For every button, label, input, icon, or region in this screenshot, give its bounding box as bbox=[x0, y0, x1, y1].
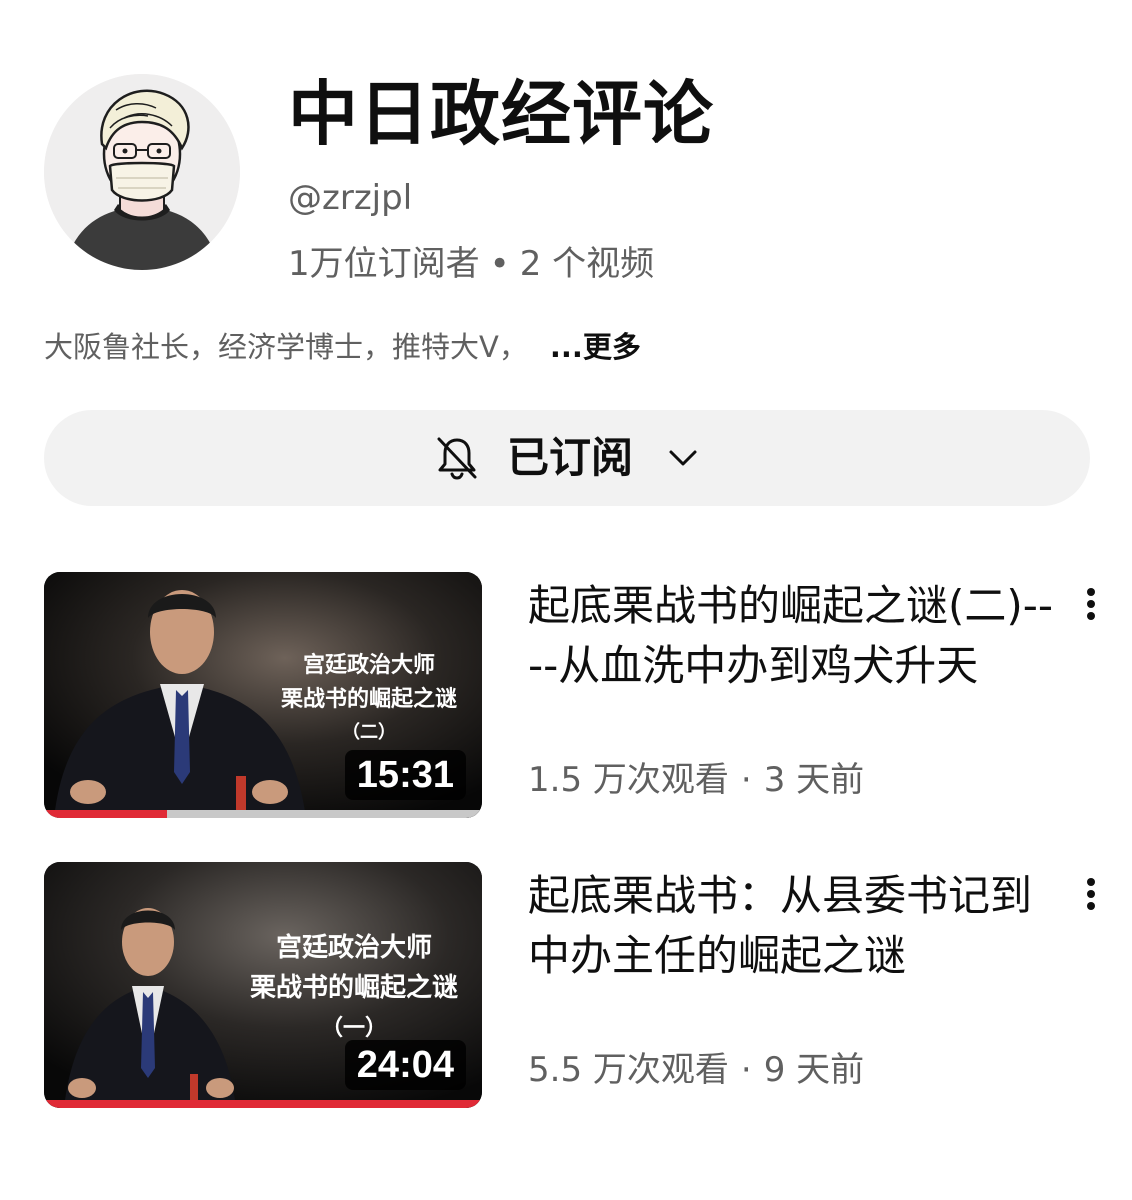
subscriber-count: 1万位订阅者 bbox=[288, 244, 480, 284]
video-item[interactable]: 宫廷政治大师 栗战书的崛起之谜 （一） 24:04 起底栗战书：从县委书记到中办… bbox=[44, 862, 1104, 1110]
video-item[interactable]: 宫廷政治大师 栗战书的崛起之谜 （二） 15:31 起底栗战书的崛起之谜(二)-… bbox=[44, 572, 1104, 820]
thumbnail-caption-line: 栗战书的崛起之谜 bbox=[280, 686, 457, 712]
view-count: 1.5 万次观看 bbox=[528, 760, 729, 800]
video-count: 2 个视频 bbox=[519, 244, 655, 284]
channel-page: 中日政经评论 @zrzjpl 1万位订阅者 • 2 个视频 大阪鲁社长，经济学博士，… bbox=[0, 0, 1132, 1200]
channel-handle: @zrzjpl bbox=[288, 178, 413, 218]
watch-progress-fill bbox=[44, 810, 167, 818]
channel-stats: 1万位订阅者 • 2 个视频 bbox=[288, 240, 654, 288]
duration-badge: 15:31 bbox=[344, 750, 466, 800]
avatar-illustration bbox=[44, 74, 240, 270]
video-title[interactable]: 起底栗战书：从县委书记到中办主任的崛起之谜 bbox=[528, 866, 1058, 986]
duration-badge: 24:04 bbox=[344, 1040, 466, 1090]
more-vertical-icon[interactable] bbox=[1074, 580, 1108, 628]
description-more-link[interactable]: ...更多 bbox=[550, 330, 641, 364]
stats-separator: • bbox=[489, 244, 510, 284]
watch-progress-fill bbox=[44, 1100, 482, 1108]
subscribed-button[interactable]: 已订阅 bbox=[44, 410, 1090, 506]
video-thumbnail[interactable]: 宫廷政治大师 栗战书的崛起之谜 （二） 15:31 bbox=[44, 572, 482, 818]
thumbnail-caption-line: 宫廷政治大师 bbox=[275, 933, 432, 963]
bell-off-icon bbox=[431, 432, 483, 484]
channel-avatar[interactable] bbox=[44, 74, 240, 270]
video-meta: 5.5 万次观看 · 9 天前 bbox=[528, 1048, 864, 1092]
upload-age: 9 天前 bbox=[763, 1050, 865, 1090]
watch-progress-bar bbox=[44, 1100, 482, 1108]
description-text: 大阪鲁社长，经济学博士，推特大V， bbox=[44, 330, 528, 364]
thumbnail-caption-line: 宫廷政治大师 bbox=[302, 652, 435, 678]
more-vertical-icon[interactable] bbox=[1074, 870, 1108, 918]
channel-description[interactable]: 大阪鲁社长，经济学博士，推特大V， ...更多 bbox=[44, 326, 641, 368]
thumbnail-caption-line: 栗战书的崛起之谜 bbox=[249, 973, 458, 1003]
view-count: 5.5 万次观看 bbox=[528, 1050, 729, 1090]
video-thumbnail[interactable]: 宫廷政治大师 栗战书的崛起之谜 （一） 24:04 bbox=[44, 862, 482, 1108]
meta-separator: · bbox=[740, 1050, 752, 1090]
chevron-down-icon bbox=[663, 438, 703, 478]
channel-name: 中日政经评论 bbox=[288, 73, 714, 155]
watch-progress-bar bbox=[44, 810, 482, 818]
video-title[interactable]: 起底栗战书的崛起之谜(二)----从血洗中办到鸡犬升天 bbox=[528, 576, 1058, 696]
subscribed-label: 已订阅 bbox=[506, 433, 633, 482]
upload-age: 3 天前 bbox=[763, 760, 865, 800]
thumbnail-caption-line: （二） bbox=[342, 722, 396, 743]
video-meta: 1.5 万次观看 · 3 天前 bbox=[528, 758, 864, 802]
meta-separator: · bbox=[740, 760, 752, 800]
thumbnail-caption: 宫廷政治大师 栗战书的崛起之谜 （一） bbox=[230, 928, 478, 1048]
thumbnail-caption: 宫廷政治大师 栗战书的崛起之谜 （二） bbox=[274, 648, 464, 750]
